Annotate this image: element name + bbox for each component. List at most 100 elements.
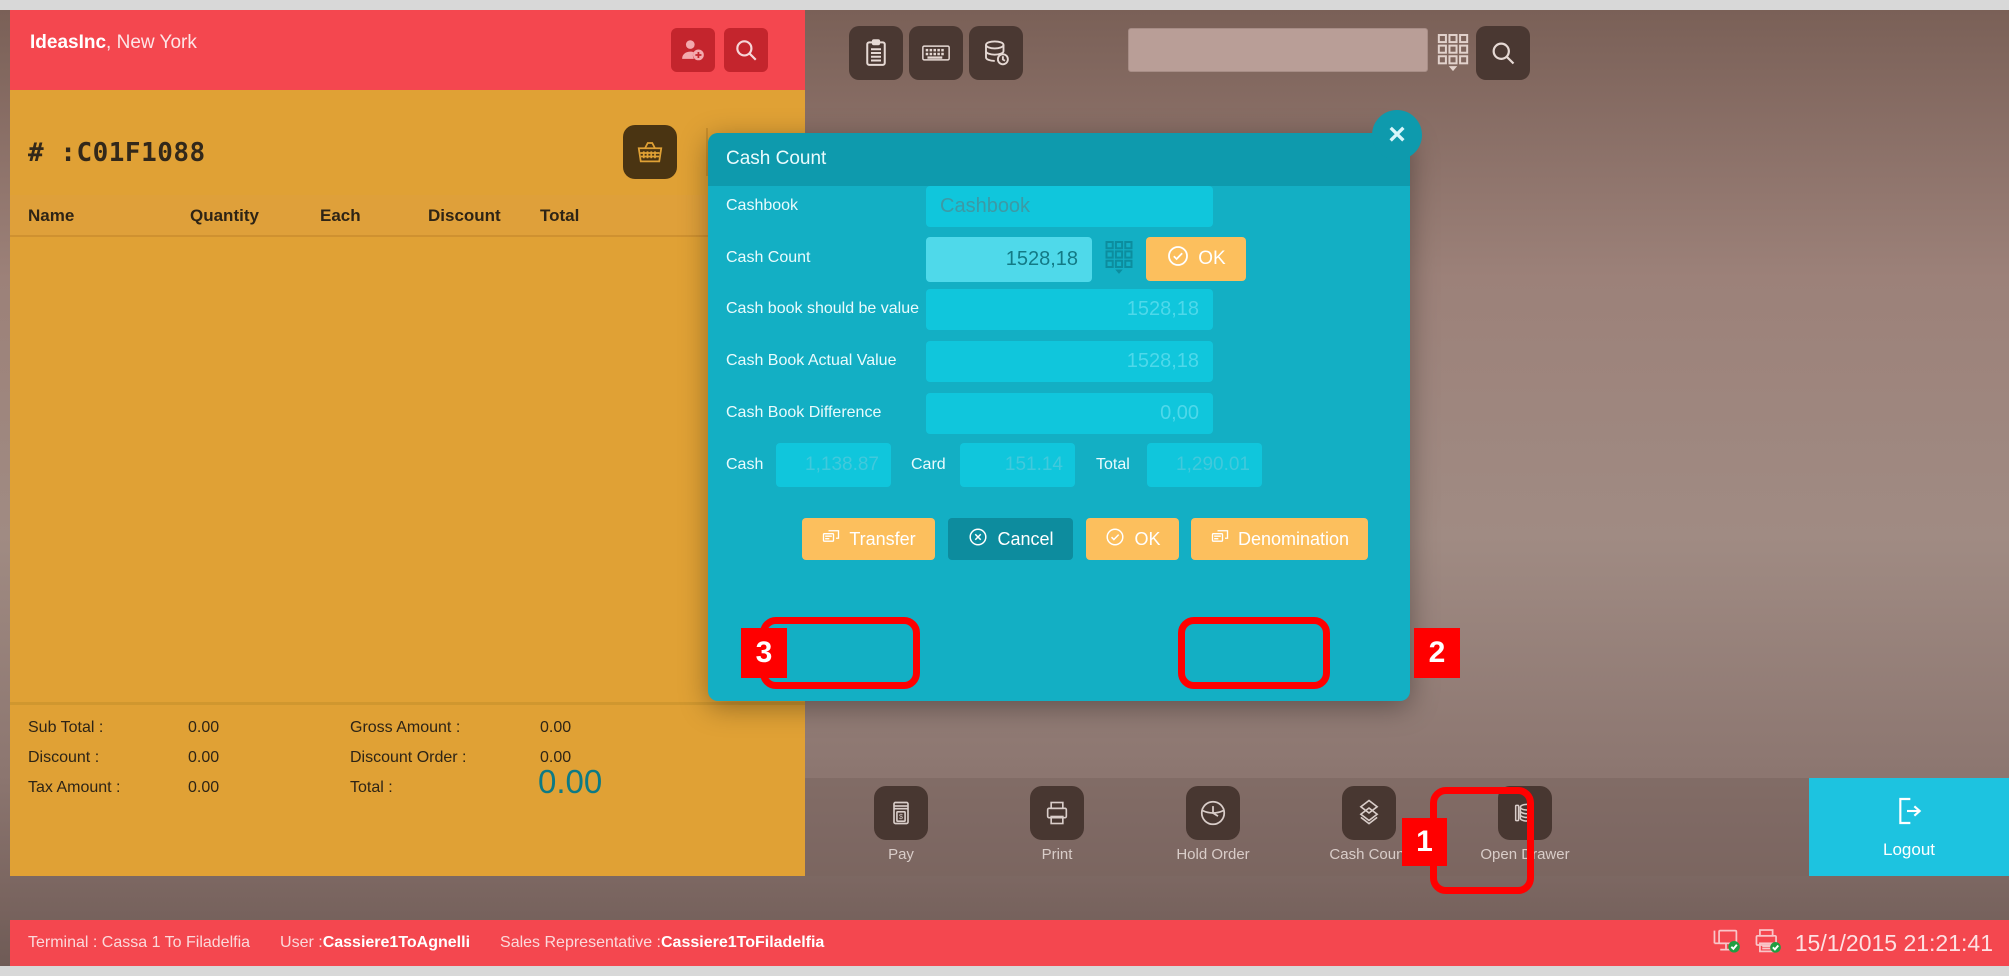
- terminal-info: Terminal : Cassa 1 To Filadelfia: [28, 934, 250, 952]
- column-header-discount: Discount: [428, 206, 501, 225]
- cancel-button[interactable]: Cancel: [948, 518, 1073, 560]
- left-header: IdeasInc, New York: [10, 10, 805, 90]
- brand-location: , New York: [106, 32, 197, 53]
- transfer-label: Transfer: [849, 528, 916, 549]
- open-drawer-button[interactable]: Open Drawer: [1465, 786, 1585, 872]
- printer-connected-icon: [1753, 928, 1783, 959]
- printer-icon: [1030, 786, 1084, 840]
- basket-icon[interactable]: [623, 125, 677, 179]
- discount-value: 0.00: [188, 749, 220, 766]
- tax-amount-label: Tax Amount :: [28, 779, 121, 796]
- keyboard-icon[interactable]: [909, 26, 963, 80]
- check-icon: [1104, 526, 1126, 553]
- dialog-header: Cash Count: [708, 133, 1410, 186]
- numeric-keypad-icon[interactable]: [1436, 32, 1470, 72]
- cash-count-ok-label: OK: [1198, 248, 1226, 269]
- close-icon[interactable]: ×: [1372, 110, 1422, 160]
- toolbar-search-area: [1128, 10, 2009, 90]
- cashbook-label: Cashbook: [726, 197, 799, 214]
- action-bar: $ Pay Print Hold Order Cash Count Open D…: [805, 778, 2009, 876]
- status-right: 15/1/2015 21:21:41: [1711, 920, 1993, 966]
- discount-order-label: Discount Order :: [350, 749, 467, 766]
- user-label: User :: [280, 934, 323, 951]
- cash-count-label: Cash Count: [726, 249, 811, 266]
- hold-order-button[interactable]: Hold Order: [1153, 786, 1273, 872]
- clock-icon: [1186, 786, 1240, 840]
- terminal-label: Terminal :: [28, 934, 102, 951]
- database-refresh-icon[interactable]: [969, 26, 1023, 80]
- cash-count-label: Cash Count: [1329, 846, 1409, 863]
- open-drawer-label: Open Drawer: [1480, 846, 1570, 863]
- total-summary-label: Total: [1096, 456, 1130, 473]
- column-header-name: Name: [28, 206, 75, 225]
- print-label: Print: [1041, 846, 1073, 863]
- sales-rep-label: Sales Representative :: [500, 934, 661, 951]
- gross-amount-label: Gross Amount :: [350, 719, 461, 736]
- ok-button[interactable]: OK: [1086, 518, 1179, 560]
- status-bar: Terminal : Cassa 1 To Filadelfia User :C…: [10, 920, 2009, 966]
- denomination-button[interactable]: Denomination: [1191, 518, 1368, 560]
- gross-amount-value: 0.00: [540, 719, 572, 736]
- cash-book-difference-input[interactable]: [926, 393, 1213, 434]
- cash-count-ok-button[interactable]: OK: [1146, 237, 1246, 281]
- sub-total-label: Sub Total :: [28, 719, 104, 736]
- sales-rep-value: Cassiere1ToFiladelfia: [661, 934, 825, 951]
- pay-button[interactable]: $ Pay: [841, 786, 961, 872]
- search-icon[interactable]: [724, 28, 768, 72]
- cash-book-actual-input[interactable]: [926, 341, 1213, 382]
- cash-book-should-be-input[interactable]: [926, 289, 1213, 330]
- cash-count-dialog: Cash Count × Cashbook Cash Count OK: [708, 110, 1422, 701]
- column-header-each: Each: [320, 206, 361, 225]
- logout-icon: [1893, 795, 1925, 832]
- total-value: 0.00: [538, 763, 603, 800]
- user-info: User :Cassiere1ToAgnelli: [280, 934, 470, 952]
- card-summary-label: Card: [911, 456, 946, 473]
- clipboard-icon[interactable]: [849, 26, 903, 80]
- dialog-title: Cash Count: [726, 148, 827, 169]
- brand-name: IdeasInc: [30, 32, 107, 53]
- stacked-diamonds-icon: [1342, 786, 1396, 840]
- cash-register-icon: $: [874, 786, 928, 840]
- numeric-keypad-icon[interactable]: [1104, 239, 1134, 280]
- column-header-quantity: Quantity: [190, 206, 259, 225]
- sales-rep-info: Sales Representative :Cassiere1ToFiladel…: [500, 934, 824, 952]
- logout-label: Logout: [1883, 839, 1935, 859]
- status-datetime: 15/1/2015 21:21:41: [1794, 929, 1993, 956]
- cash-summary-label: Cash: [726, 456, 764, 473]
- total-label: Total :: [350, 779, 393, 796]
- column-header-total: Total: [540, 206, 580, 225]
- tax-amount-value: 0.00: [188, 779, 220, 796]
- cash-book-difference-label: Cash Book Difference: [726, 404, 882, 421]
- sub-total-value: 0.00: [188, 719, 220, 736]
- order-totals: Sub Total : 0.00 Discount : 0.00 Tax Amo…: [10, 705, 805, 876]
- transfer-icon: [821, 527, 841, 552]
- pos-application: IdeasInc, New York # :C01F1088 Name Quan…: [0, 0, 2009, 976]
- cash-book-should-be-label: Cash book should be value: [726, 300, 920, 317]
- search-input[interactable]: [1128, 28, 1428, 72]
- cashbook-input[interactable]: [926, 186, 1213, 227]
- cash-summary-input[interactable]: [776, 443, 891, 487]
- search-button[interactable]: [1476, 26, 1530, 80]
- cancel-label: Cancel: [997, 528, 1054, 549]
- cash-count-action-button[interactable]: Cash Count: [1309, 786, 1429, 872]
- cash-book-actual-label: Cash Book Actual Value: [726, 352, 897, 369]
- card-summary-input[interactable]: [960, 443, 1075, 487]
- total-summary-input[interactable]: [1147, 443, 1262, 487]
- svg-text:$: $: [899, 814, 903, 821]
- print-button[interactable]: Print: [997, 786, 1117, 872]
- cash-count-input[interactable]: [926, 237, 1092, 282]
- logout-button[interactable]: Logout: [1809, 778, 2009, 876]
- order-id: # :C01F1088: [28, 138, 206, 168]
- user-value: Cassiere1ToAgnelli: [322, 934, 471, 951]
- check-icon: [1166, 244, 1190, 274]
- order-rows-area[interactable]: [10, 237, 805, 702]
- display-connected-icon: [1711, 928, 1741, 959]
- terminal-value: Cassa 1 To Filadelfia: [101, 934, 251, 951]
- transfer-icon: [1210, 527, 1230, 552]
- transfer-button[interactable]: Transfer: [802, 518, 935, 560]
- ok-label: OK: [1134, 528, 1161, 549]
- add-user-icon[interactable]: [671, 28, 715, 72]
- brand-title: IdeasInc, New York: [30, 32, 197, 54]
- coins-icon: [1498, 786, 1552, 840]
- order-table-header: Name Quantity Each Discount Total: [10, 195, 805, 237]
